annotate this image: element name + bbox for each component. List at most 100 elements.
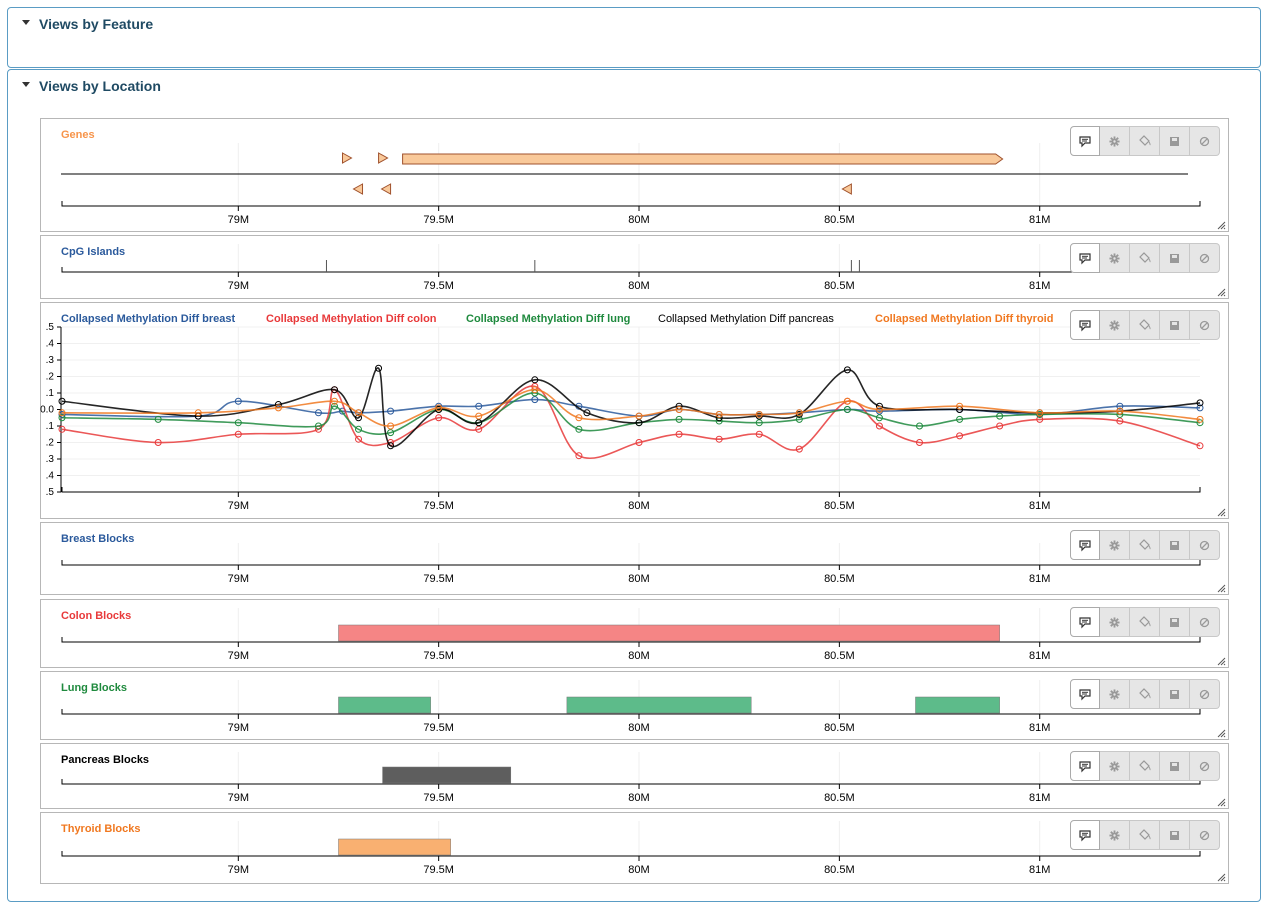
- gear-icon: [1109, 688, 1120, 700]
- genes-plot: 79M 79.5M 80M 80.5M 81M: [61, 143, 1201, 226]
- x-tick-label: 80M: [628, 280, 649, 292]
- block-icon: [1199, 320, 1210, 331]
- comment-icon: [1079, 319, 1091, 331]
- paint-bucket-icon: [1138, 539, 1151, 551]
- comment-button[interactable]: [1070, 530, 1100, 560]
- block-button[interactable]: [1190, 820, 1220, 850]
- x-tick-label: 81M: [1029, 650, 1050, 662]
- x-tick-label: 79.5M: [423, 792, 454, 804]
- lung-blocks-track: Lung Blocks 79M 79.5M 80M 80.5M 81M: [40, 671, 1229, 740]
- lung-block: [915, 696, 1000, 714]
- views-by-feature-header[interactable]: Views by Feature: [8, 8, 308, 38]
- comment-button[interactable]: [1070, 820, 1100, 850]
- paint-bucket-button[interactable]: [1130, 820, 1160, 850]
- block-icon: [1199, 689, 1210, 700]
- save-button[interactable]: [1160, 530, 1190, 560]
- resize-handle-icon[interactable]: [1217, 728, 1226, 738]
- gene-bar: [402, 153, 1004, 165]
- x-tick-label: 80M: [628, 573, 649, 585]
- x-tick-label: 80M: [628, 722, 649, 734]
- x-tick-label: 81M: [1029, 573, 1050, 585]
- paint-bucket-button[interactable]: [1130, 751, 1160, 781]
- comment-icon: [1079, 135, 1091, 147]
- resize-handle-icon[interactable]: [1217, 656, 1226, 666]
- save-icon: [1169, 540, 1180, 551]
- block-button[interactable]: [1190, 530, 1220, 560]
- gear-button[interactable]: [1100, 751, 1130, 781]
- block-button[interactable]: [1190, 243, 1220, 273]
- block-icon: [1199, 617, 1210, 628]
- y-tick-label: .2: [46, 372, 55, 383]
- block-button[interactable]: [1190, 310, 1220, 340]
- comment-button[interactable]: [1070, 126, 1100, 156]
- comment-button[interactable]: [1070, 751, 1100, 781]
- block-button[interactable]: [1190, 679, 1220, 709]
- x-tick-label: 79.5M: [423, 650, 454, 662]
- track-toolbar: [1070, 820, 1220, 850]
- paint-bucket-button[interactable]: [1130, 243, 1160, 273]
- comment-icon: [1079, 760, 1091, 772]
- paint-bucket-button[interactable]: [1130, 530, 1160, 560]
- x-axis-line: [61, 779, 1201, 785]
- x-tick-label: 80M: [628, 864, 649, 876]
- resize-handle-icon[interactable]: [1217, 287, 1226, 297]
- save-icon: [1169, 617, 1180, 628]
- breast-blocks-plot: 79M 79.5M 80M 80.5M 81M: [61, 543, 1201, 585]
- gear-button[interactable]: [1100, 243, 1130, 273]
- save-button[interactable]: [1160, 126, 1190, 156]
- save-icon: [1169, 689, 1180, 700]
- block-icon: [1199, 540, 1210, 551]
- save-button[interactable]: [1160, 679, 1190, 709]
- x-axis-line: [61, 201, 1201, 207]
- track-toolbar: [1070, 679, 1220, 709]
- save-icon: [1169, 320, 1180, 331]
- gear-button[interactable]: [1100, 126, 1130, 156]
- resize-handle-icon[interactable]: [1217, 872, 1226, 882]
- track-toolbar: [1070, 310, 1220, 340]
- x-tick-label: 80M: [628, 792, 649, 804]
- x-tick-label: 79.5M: [423, 280, 454, 292]
- x-tick-label: 79M: [228, 650, 249, 662]
- comment-button[interactable]: [1070, 607, 1100, 637]
- block-button[interactable]: [1190, 126, 1220, 156]
- block-button[interactable]: [1190, 751, 1220, 781]
- gene-reverse-marker: [380, 183, 392, 195]
- track-toolbar: [1070, 126, 1220, 156]
- paint-bucket-button[interactable]: [1130, 607, 1160, 637]
- x-tick-label: 79M: [228, 500, 249, 512]
- comment-icon: [1079, 616, 1091, 628]
- save-button[interactable]: [1160, 820, 1190, 850]
- comment-icon: [1079, 539, 1091, 551]
- genes-track: Genes 79M 79.5M 80M 80.5M 81M: [40, 118, 1229, 232]
- gear-button[interactable]: [1100, 607, 1130, 637]
- gear-button[interactable]: [1100, 679, 1130, 709]
- comment-button[interactable]: [1070, 679, 1100, 709]
- paint-bucket-button[interactable]: [1130, 679, 1160, 709]
- x-tick-label: 81M: [1029, 500, 1050, 512]
- gear-button[interactable]: [1100, 310, 1130, 340]
- save-button[interactable]: [1160, 310, 1190, 340]
- x-axis-line: [61, 487, 1201, 493]
- x-tick-label: 79.5M: [423, 500, 454, 512]
- save-button[interactable]: [1160, 607, 1190, 637]
- paint-bucket-button[interactable]: [1130, 126, 1160, 156]
- y-tick-label: .4: [46, 339, 55, 350]
- paint-bucket-icon: [1138, 252, 1151, 264]
- gear-button[interactable]: [1100, 820, 1130, 850]
- save-icon: [1169, 830, 1180, 841]
- resize-handle-icon[interactable]: [1217, 583, 1226, 593]
- pancreas-blocks-track: Pancreas Blocks 79M 79.5M 80M 80.5M 81M: [40, 743, 1229, 809]
- paint-bucket-button[interactable]: [1130, 310, 1160, 340]
- save-button[interactable]: [1160, 243, 1190, 273]
- block-button[interactable]: [1190, 607, 1220, 637]
- x-tick-label: 80M: [628, 650, 649, 662]
- save-button[interactable]: [1160, 751, 1190, 781]
- comment-button[interactable]: [1070, 310, 1100, 340]
- comment-button[interactable]: [1070, 243, 1100, 273]
- gear-button[interactable]: [1100, 530, 1130, 560]
- views-by-location-header[interactable]: Views by Location: [8, 70, 308, 100]
- resize-handle-icon[interactable]: [1217, 797, 1226, 807]
- resize-handle-icon[interactable]: [1217, 507, 1226, 517]
- resize-handle-icon[interactable]: [1217, 220, 1226, 230]
- lung-block: [338, 696, 431, 714]
